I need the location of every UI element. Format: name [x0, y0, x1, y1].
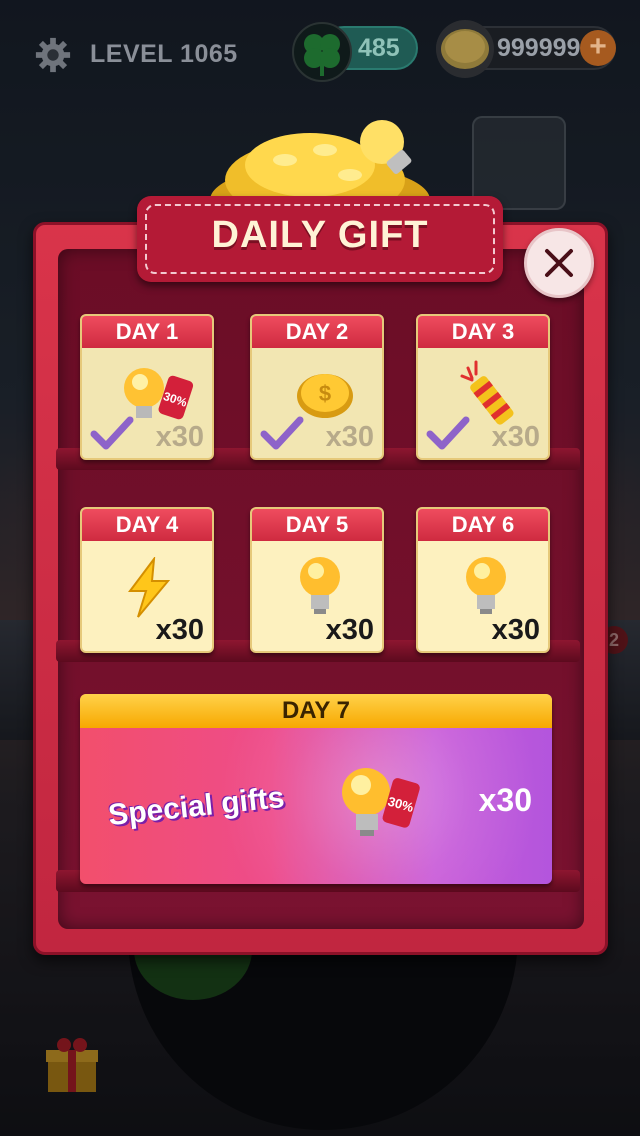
bulb-discount-icon: 30% — [342, 768, 420, 836]
day-label: DAY 2 — [252, 316, 382, 348]
day-card-6[interactable]: DAY 6 x30 — [416, 507, 550, 653]
reward-count: x30 — [491, 614, 540, 646]
bulb-icon — [300, 557, 340, 614]
day-card-1[interactable]: DAY 1 30% x30 — [80, 314, 214, 460]
clover-icon — [292, 22, 352, 82]
day-label: DAY 3 — [418, 316, 548, 348]
reward-count: x30 — [325, 614, 374, 646]
clover-count: 485 — [358, 34, 400, 62]
close-button[interactable] — [524, 228, 594, 298]
coin-icon: $ — [297, 374, 353, 418]
day-card-5[interactable]: DAY 5 x30 — [250, 507, 384, 653]
reward-count: x30 — [155, 614, 204, 646]
top-hud: LEVEL 1065 485 999999 + — [0, 14, 640, 90]
coin-icon — [436, 20, 494, 78]
coin-count: 999999 — [497, 34, 581, 62]
reward-count: x30 — [325, 421, 374, 453]
day-card-2[interactable]: DAY 2 $ x30 — [250, 314, 384, 460]
check-icon — [426, 416, 470, 450]
close-icon — [545, 249, 573, 277]
day-label: DAY 4 — [82, 509, 212, 541]
level-label: LEVEL 1065 — [90, 40, 238, 68]
day-label: DAY 7 — [80, 694, 552, 728]
check-icon — [90, 416, 134, 450]
bulb-icon — [466, 557, 506, 614]
reward-count: x30 — [155, 421, 204, 453]
gear-icon[interactable] — [34, 36, 72, 74]
day-card-3[interactable]: DAY 3 x30 — [416, 314, 550, 460]
day-label: DAY 5 — [252, 509, 382, 541]
day-card-4[interactable]: DAY 4 x30 — [80, 507, 214, 653]
lightning-icon — [128, 557, 171, 618]
check-icon — [260, 416, 304, 450]
add-coins-button[interactable]: + — [580, 30, 616, 66]
dialog-title: DAILY GIFT — [211, 214, 429, 256]
reward-count: x30 — [478, 782, 532, 818]
title-banner: DAILY GIFT — [137, 196, 503, 282]
day-label: DAY 1 — [82, 316, 212, 348]
day-label: DAY 6 — [418, 509, 548, 541]
reward-count: x30 — [491, 421, 540, 453]
day-card-7[interactable]: DAY 7 Special gifts 30% x30 — [80, 694, 552, 884]
svg-text:$: $ — [319, 381, 331, 406]
